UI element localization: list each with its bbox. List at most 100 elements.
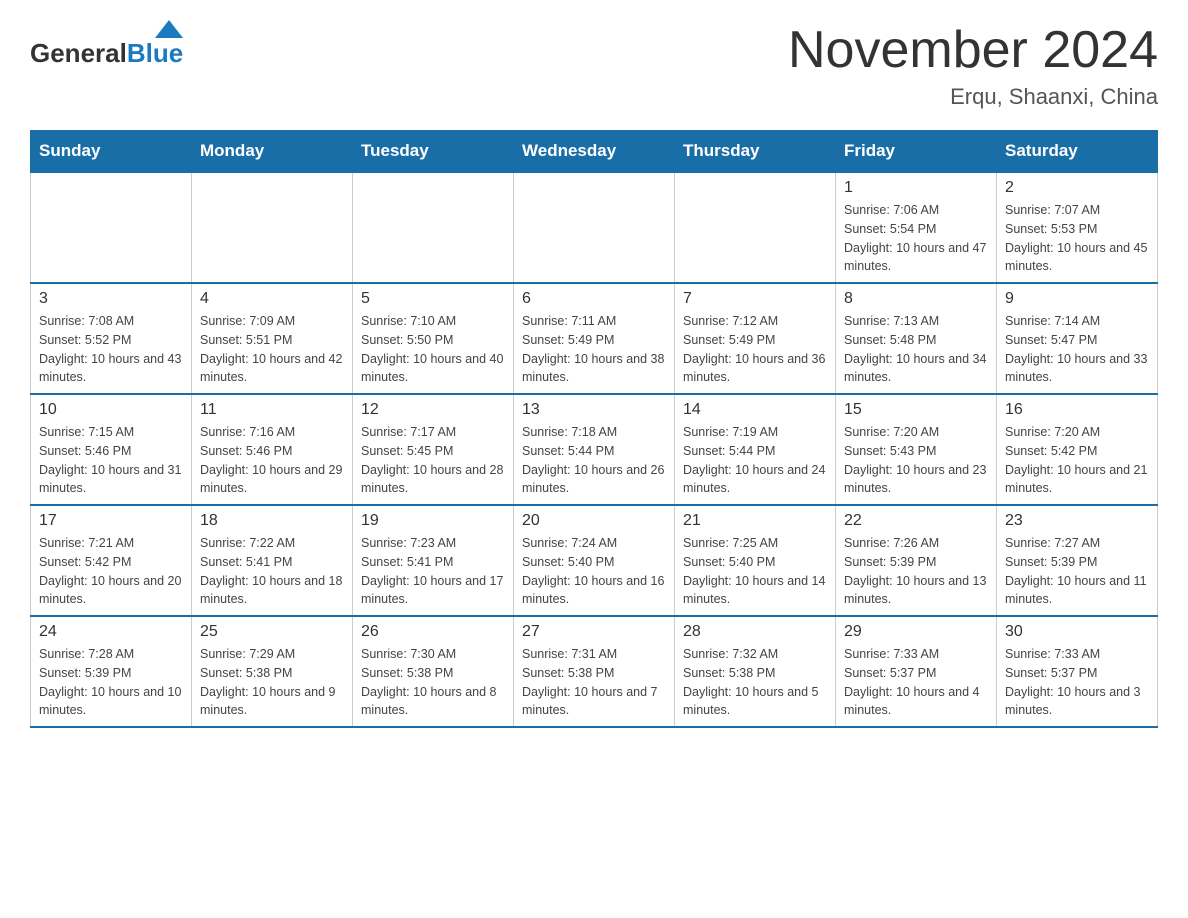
- location-title: Erqu, Shaanxi, China: [788, 84, 1158, 110]
- day-number: 23: [1005, 512, 1149, 530]
- day-info: Sunrise: 7:06 AMSunset: 5:54 PMDaylight:…: [844, 201, 988, 276]
- weekday-header-monday: Monday: [192, 131, 353, 173]
- day-number: 25: [200, 623, 344, 641]
- calendar-cell: 25 Sunrise: 7:29 AMSunset: 5:38 PMDayligh…: [192, 616, 353, 727]
- logo-triangle-icon: [155, 20, 183, 38]
- calendar-cell: 19Sunrise: 7:23 AMSunset: 5:41 PMDayligh…: [353, 505, 514, 616]
- day-info: Sunrise: 7:13 AMSunset: 5:48 PMDaylight:…: [844, 312, 988, 387]
- day-number: 28: [683, 623, 827, 641]
- day-number: 2: [1005, 179, 1149, 197]
- day-info: Sunrise: 7:30 AMSunset: 5:38 PMDaylight:…: [361, 645, 505, 720]
- calendar-cell: [31, 172, 192, 283]
- logo-blue-text: Blue: [127, 38, 183, 69]
- day-number: 29: [844, 623, 988, 641]
- day-info: Sunrise: 7:33 AMSunset: 5:37 PMDaylight:…: [1005, 645, 1149, 720]
- day-number: 8: [844, 290, 988, 308]
- calendar-cell: 26 Sunrise: 7:30 AMSunset: 5:38 PMDayligh…: [353, 616, 514, 727]
- day-info: Sunrise: 7:21 AMSunset: 5:42 PMDaylight:…: [39, 534, 183, 609]
- calendar-cell: 17Sunrise: 7:21 AMSunset: 5:42 PMDayligh…: [31, 505, 192, 616]
- weekday-header-tuesday: Tuesday: [353, 131, 514, 173]
- day-info: Sunrise: 7:09 AMSunset: 5:51 PMDaylight:…: [200, 312, 344, 387]
- weekday-header-sunday: Sunday: [31, 131, 192, 173]
- calendar-cell: 13 Sunrise: 7:18 AMSunset: 5:44 PMDayligh…: [514, 394, 675, 505]
- day-info: Sunrise: 7:20 AMSunset: 5:42 PMDaylight:…: [1005, 423, 1149, 498]
- day-number: 30: [1005, 623, 1149, 641]
- day-info: Sunrise: 7:16 AMSunset: 5:46 PMDaylight:…: [200, 423, 344, 498]
- day-info: Sunrise: 7:19 AMSunset: 5:44 PMDaylight:…: [683, 423, 827, 498]
- calendar-cell: 22 Sunrise: 7:26 AMSunset: 5:39 PMDayligh…: [836, 505, 997, 616]
- day-info: Sunrise: 7:28 AMSunset: 5:39 PMDaylight:…: [39, 645, 183, 720]
- calendar-cell: 14 Sunrise: 7:19 AMSunset: 5:44 PMDayligh…: [675, 394, 836, 505]
- day-number: 18: [200, 512, 344, 530]
- calendar-cell: 2 Sunrise: 7:07 AMSunset: 5:53 PMDaylight…: [997, 172, 1158, 283]
- day-number: 21: [683, 512, 827, 530]
- calendar-cell: 29 Sunrise: 7:33 AMSunset: 5:37 PMDayligh…: [836, 616, 997, 727]
- day-number: 11: [200, 401, 344, 419]
- day-number: 15: [844, 401, 988, 419]
- calendar-cell: 6 Sunrise: 7:11 AMSunset: 5:49 PMDaylight…: [514, 283, 675, 394]
- day-info: Sunrise: 7:17 AMSunset: 5:45 PMDaylight:…: [361, 423, 505, 498]
- calendar-cell: 8 Sunrise: 7:13 AMSunset: 5:48 PMDaylight…: [836, 283, 997, 394]
- calendar-cell: 20 Sunrise: 7:24 AMSunset: 5:40 PMDayligh…: [514, 505, 675, 616]
- day-number: 4: [200, 290, 344, 308]
- weekday-header-row: SundayMondayTuesdayWednesdayThursdayFrid…: [31, 131, 1158, 173]
- day-number: 14: [683, 401, 827, 419]
- calendar-cell: 5 Sunrise: 7:10 AMSunset: 5:50 PMDaylight…: [353, 283, 514, 394]
- day-number: 22: [844, 512, 988, 530]
- day-number: 26: [361, 623, 505, 641]
- calendar-cell: 9 Sunrise: 7:14 AMSunset: 5:47 PMDaylight…: [997, 283, 1158, 394]
- day-number: 24: [39, 623, 183, 641]
- day-info: Sunrise: 7:29 AMSunset: 5:38 PMDaylight:…: [200, 645, 344, 720]
- calendar-week-row: 3Sunrise: 7:08 AMSunset: 5:52 PMDaylight…: [31, 283, 1158, 394]
- calendar-cell: [192, 172, 353, 283]
- calendar-cell: [353, 172, 514, 283]
- calendar-cell: 4 Sunrise: 7:09 AMSunset: 5:51 PMDaylight…: [192, 283, 353, 394]
- day-info: Sunrise: 7:26 AMSunset: 5:39 PMDaylight:…: [844, 534, 988, 609]
- calendar-cell: 15 Sunrise: 7:20 AMSunset: 5:43 PMDayligh…: [836, 394, 997, 505]
- weekday-header-saturday: Saturday: [997, 131, 1158, 173]
- calendar-cell: 11 Sunrise: 7:16 AMSunset: 5:46 PMDayligh…: [192, 394, 353, 505]
- day-info: Sunrise: 7:31 AMSunset: 5:38 PMDaylight:…: [522, 645, 666, 720]
- calendar-week-row: 1Sunrise: 7:06 AMSunset: 5:54 PMDaylight…: [31, 172, 1158, 283]
- day-number: 3: [39, 290, 183, 308]
- day-info: Sunrise: 7:20 AMSunset: 5:43 PMDaylight:…: [844, 423, 988, 498]
- calendar-cell: 18 Sunrise: 7:22 AMSunset: 5:41 PMDayligh…: [192, 505, 353, 616]
- calendar-table: SundayMondayTuesdayWednesdayThursdayFrid…: [30, 130, 1158, 728]
- day-info: Sunrise: 7:10 AMSunset: 5:50 PMDaylight:…: [361, 312, 505, 387]
- day-number: 19: [361, 512, 505, 530]
- day-info: Sunrise: 7:24 AMSunset: 5:40 PMDaylight:…: [522, 534, 666, 609]
- weekday-header-thursday: Thursday: [675, 131, 836, 173]
- calendar-week-row: 24 Sunrise: 7:28 AMSunset: 5:39 PMDayligh…: [31, 616, 1158, 727]
- logo: General Blue: [30, 20, 183, 69]
- weekday-header-wednesday: Wednesday: [514, 131, 675, 173]
- calendar-cell: 27 Sunrise: 7:31 AMSunset: 5:38 PMDayligh…: [514, 616, 675, 727]
- day-number: 9: [1005, 290, 1149, 308]
- day-number: 5: [361, 290, 505, 308]
- calendar-cell: 3Sunrise: 7:08 AMSunset: 5:52 PMDaylight…: [31, 283, 192, 394]
- month-title: November 2024: [788, 20, 1158, 80]
- calendar-cell: 28Sunrise: 7:32 AMSunset: 5:38 PMDayligh…: [675, 616, 836, 727]
- calendar-cell: 24 Sunrise: 7:28 AMSunset: 5:39 PMDayligh…: [31, 616, 192, 727]
- logo-blue-box: Blue: [127, 20, 183, 69]
- calendar-cell: [675, 172, 836, 283]
- day-info: Sunrise: 7:07 AMSunset: 5:53 PMDaylight:…: [1005, 201, 1149, 276]
- day-info: Sunrise: 7:33 AMSunset: 5:37 PMDaylight:…: [844, 645, 988, 720]
- day-number: 20: [522, 512, 666, 530]
- day-number: 13: [522, 401, 666, 419]
- calendar-cell: 7Sunrise: 7:12 AMSunset: 5:49 PMDaylight…: [675, 283, 836, 394]
- calendar-cell: 23 Sunrise: 7:27 AMSunset: 5:39 PMDayligh…: [997, 505, 1158, 616]
- day-info: Sunrise: 7:18 AMSunset: 5:44 PMDaylight:…: [522, 423, 666, 498]
- day-info: Sunrise: 7:27 AMSunset: 5:39 PMDaylight:…: [1005, 534, 1149, 609]
- calendar-cell: 10Sunrise: 7:15 AMSunset: 5:46 PMDayligh…: [31, 394, 192, 505]
- day-number: 7: [683, 290, 827, 308]
- day-number: 12: [361, 401, 505, 419]
- calendar-cell: [514, 172, 675, 283]
- calendar-week-row: 10Sunrise: 7:15 AMSunset: 5:46 PMDayligh…: [31, 394, 1158, 505]
- day-number: 6: [522, 290, 666, 308]
- day-info: Sunrise: 7:14 AMSunset: 5:47 PMDaylight:…: [1005, 312, 1149, 387]
- title-area: November 2024 Erqu, Shaanxi, China: [788, 20, 1158, 110]
- day-info: Sunrise: 7:22 AMSunset: 5:41 PMDaylight:…: [200, 534, 344, 609]
- day-info: Sunrise: 7:11 AMSunset: 5:49 PMDaylight:…: [522, 312, 666, 387]
- calendar-cell: 1Sunrise: 7:06 AMSunset: 5:54 PMDaylight…: [836, 172, 997, 283]
- day-number: 27: [522, 623, 666, 641]
